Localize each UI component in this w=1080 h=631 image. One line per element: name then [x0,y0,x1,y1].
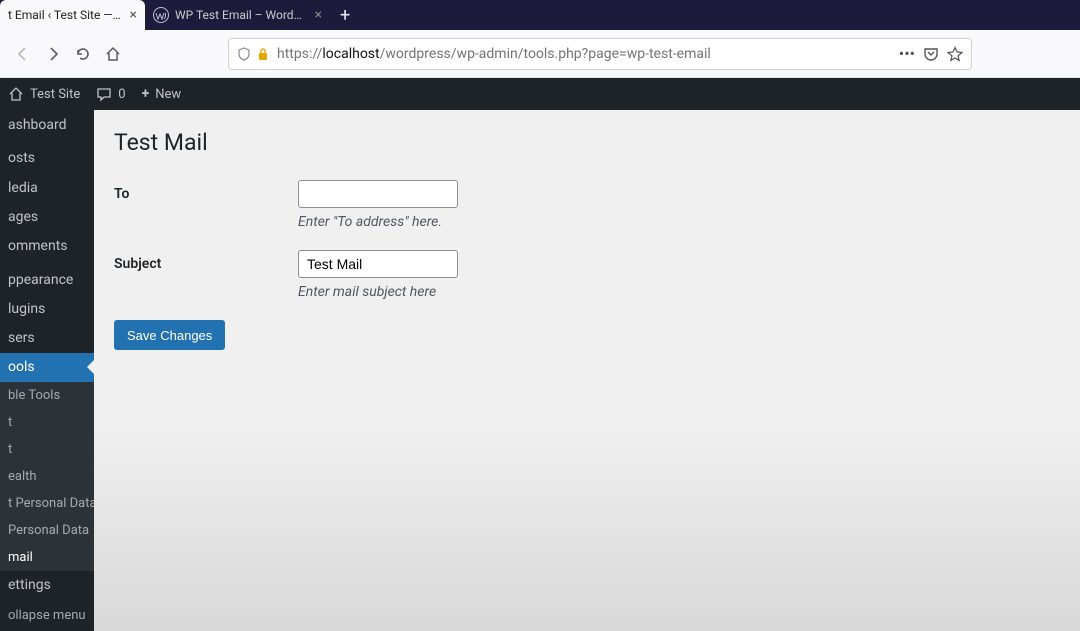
subject-input[interactable] [298,250,458,278]
submenu-available-tools[interactable]: ble Tools [0,382,94,409]
tab-close-icon[interactable]: × [315,7,322,23]
reload-button[interactable] [68,39,98,69]
comment-icon [96,86,112,102]
to-label: To [114,180,298,202]
browser-toolbar: https://localhost/wordpress/wp-admin/too… [0,30,1080,78]
browser-tab[interactable]: WP Test Email – WordPress plu × [145,0,330,30]
pocket-icon[interactable] [923,46,939,62]
shield-icon[interactable] [237,47,251,61]
menu-dashboard[interactable]: ashboard [0,110,94,139]
menu-appearance[interactable]: ppearance [0,265,94,294]
wp-content: Test Mail To Enter "To address" here. Su… [94,110,1080,631]
lock-icon[interactable] [257,47,269,61]
admin-bar-new[interactable]: + New [134,78,190,110]
star-icon[interactable] [947,46,963,62]
menu-comments[interactable]: omments [0,231,94,260]
submenu-erase-personal-data[interactable]: Personal Data [0,517,94,544]
menu-posts[interactable]: osts [0,144,94,173]
meatball-icon[interactable]: ••• [899,44,915,63]
tab-label: t Email ‹ Test Site — WordP [8,8,122,22]
page-title: Test Mail [114,120,1060,160]
menu-pages[interactable]: ages [0,202,94,231]
comment-count: 0 [118,87,125,102]
to-help-text: Enter "To address" here. [298,214,1060,230]
submenu-export[interactable]: t [0,436,94,463]
back-button[interactable] [8,39,38,69]
subject-help-text: Enter mail subject here [298,284,1060,300]
site-name: Test Site [30,87,80,102]
form-row-subject: Subject Enter mail subject here [114,250,1060,300]
forward-button[interactable] [38,39,68,69]
save-changes-button[interactable]: Save Changes [114,320,225,350]
browser-tab-strip: t Email ‹ Test Site — WordP × WP Test Em… [0,0,1080,30]
wp-admin-bar: Test Site 0 + New [0,78,1080,110]
submenu-site-health[interactable]: ealth [0,463,94,490]
home-button[interactable] [98,39,128,69]
browser-tab-active[interactable]: t Email ‹ Test Site — WordP × [0,0,145,30]
to-input[interactable] [298,180,458,208]
menu-users[interactable]: sers [0,324,94,353]
url-text: https://localhost/wordpress/wp-admin/too… [277,46,891,62]
menu-plugins[interactable]: lugins [0,294,94,323]
submenu-test-mail[interactable]: mail [0,544,94,571]
menu-media[interactable]: ledia [0,173,94,202]
submenu-import[interactable]: t [0,409,94,436]
menu-tools[interactable]: ools [0,353,94,382]
form-row-to: To Enter "To address" here. [114,180,1060,230]
admin-bar-site[interactable]: Test Site [0,78,88,110]
address-bar[interactable]: https://localhost/wordpress/wp-admin/too… [228,38,972,70]
submenu-tools: ble Tools t t ealth t Personal Data Pers… [0,382,94,571]
wordpress-icon [153,7,169,23]
tab-label: WP Test Email – WordPress plu [175,8,307,22]
home-icon [8,86,24,102]
new-tab-button[interactable]: + [330,0,360,30]
menu-settings[interactable]: ettings [0,571,94,600]
plus-icon: + [142,86,150,102]
form-table: To Enter "To address" here. Subject Ente… [114,180,1060,350]
tab-close-icon[interactable]: × [130,7,137,23]
admin-bar-comments[interactable]: 0 [88,78,133,110]
collapse-menu[interactable]: ollapse menu [0,600,94,631]
wp-admin-menu: ashboard osts ledia ages omments ppearan… [0,110,94,631]
subject-label: Subject [114,250,298,272]
submenu-export-personal-data[interactable]: t Personal Data [0,490,94,517]
new-label: New [155,87,181,102]
